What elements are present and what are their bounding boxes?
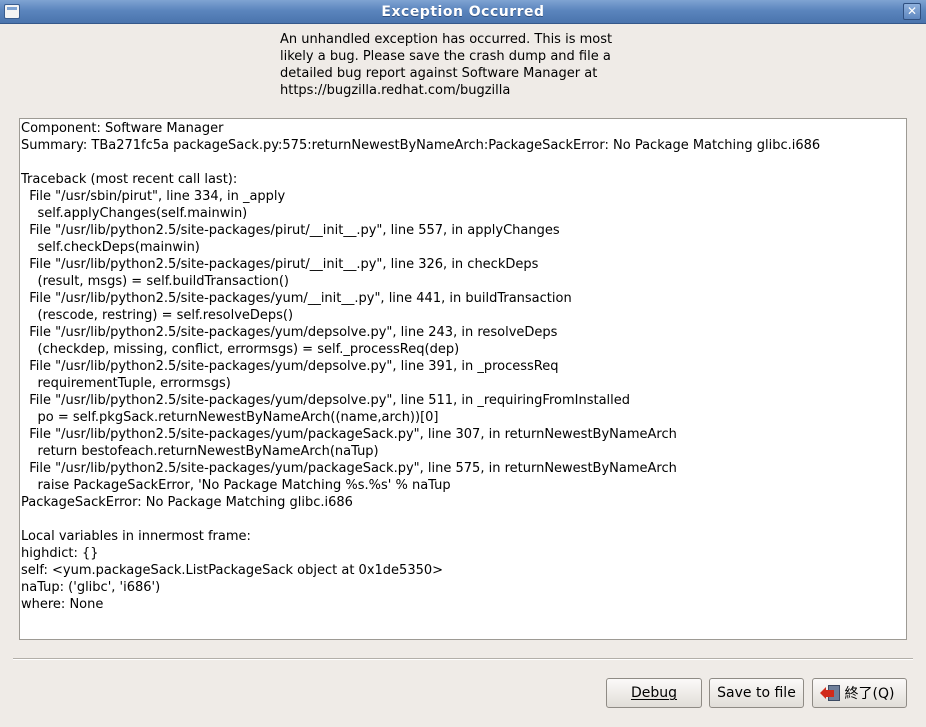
close-icon[interactable]: ✕ (903, 3, 921, 20)
crash-dump-line: requirementTuple, errormsgs) (21, 376, 231, 391)
crash-dump-line: (result, msgs) = self.buildTransaction() (21, 274, 289, 289)
crash-dump-line: (checkdep, missing, conflict, errormsgs)… (21, 342, 460, 357)
quit-button-label: 終了(Q) (844, 686, 895, 702)
error-message: An unhandled exception has occurred. Thi… (280, 32, 613, 98)
crash-dump-line: po = self.pkgSack.returnNewestByNameArch… (21, 410, 439, 425)
crash-dump-line: where: None (21, 597, 104, 612)
crash-dump-line: File "/usr/lib/python2.5/site-packages/y… (21, 427, 677, 442)
crash-dump-line: File "/usr/lib/python2.5/site-packages/y… (21, 325, 558, 340)
crash-dump-line: self.applyChanges(self.mainwin) (21, 206, 248, 221)
window-title: Exception Occurred (381, 4, 545, 20)
crash-dump-line: Component: Software Manager (21, 121, 224, 136)
crash-dump-line: self: <yum.packageSack.ListPackageSack o… (21, 563, 444, 578)
debug-button-label: Debug (630, 685, 678, 701)
crash-dump-line: naTup: ('glibc', 'i686') (21, 580, 161, 595)
save-to-file-button[interactable]: Save to file (709, 678, 804, 708)
quit-button[interactable]: 終了(Q) (812, 678, 907, 708)
crash-dump-line: File "/usr/sbin/pirut", line 334, in _ap… (21, 189, 286, 204)
crash-dump-line: File "/usr/lib/python2.5/site-packages/p… (21, 257, 539, 272)
crash-dump-line: highdict: {} (21, 546, 99, 561)
crash-dump-line: File "/usr/lib/python2.5/site-packages/y… (21, 291, 572, 306)
crash-dump-line (21, 511, 906, 528)
crash-dump-line: File "/usr/lib/python2.5/site-packages/y… (21, 461, 677, 476)
crash-dump-line: File "/usr/lib/python2.5/site-packages/y… (21, 359, 559, 374)
crash-dump-line: PackageSackError: No Package Matching gl… (21, 495, 353, 510)
crash-dump-line: raise PackageSackError, 'No Package Matc… (21, 478, 451, 493)
crash-dump-textview[interactable]: Component: Software Manager Summary: TBa2… (19, 118, 907, 640)
crash-dump-line: File "/usr/lib/python2.5/site-packages/p… (21, 223, 560, 238)
debug-button[interactable]: Debug (606, 678, 702, 708)
crash-dump-line: Summary: TBa271fc5a packageSack.py:575:r… (21, 138, 821, 153)
crash-dump-line: self.checkDeps(mainwin) (21, 240, 200, 255)
quit-door-icon (819, 685, 841, 701)
save-button-label: Save to file (717, 685, 796, 701)
crash-dump-line: Local variables in innermost frame: (21, 529, 251, 544)
crash-dump-line: Traceback (most recent call last): (21, 172, 238, 187)
title-bar[interactable]: Exception Occurred ✕ (0, 0, 926, 24)
crash-dump-line: return bestofeach.returnNewestByNameArch… (21, 444, 379, 459)
crash-dump-line (21, 154, 906, 171)
crash-dump-line: (rescode, restring) = self.resolveDeps() (21, 308, 294, 323)
crash-dump-line: File "/usr/lib/python2.5/site-packages/y… (21, 393, 631, 408)
separator (13, 658, 913, 660)
